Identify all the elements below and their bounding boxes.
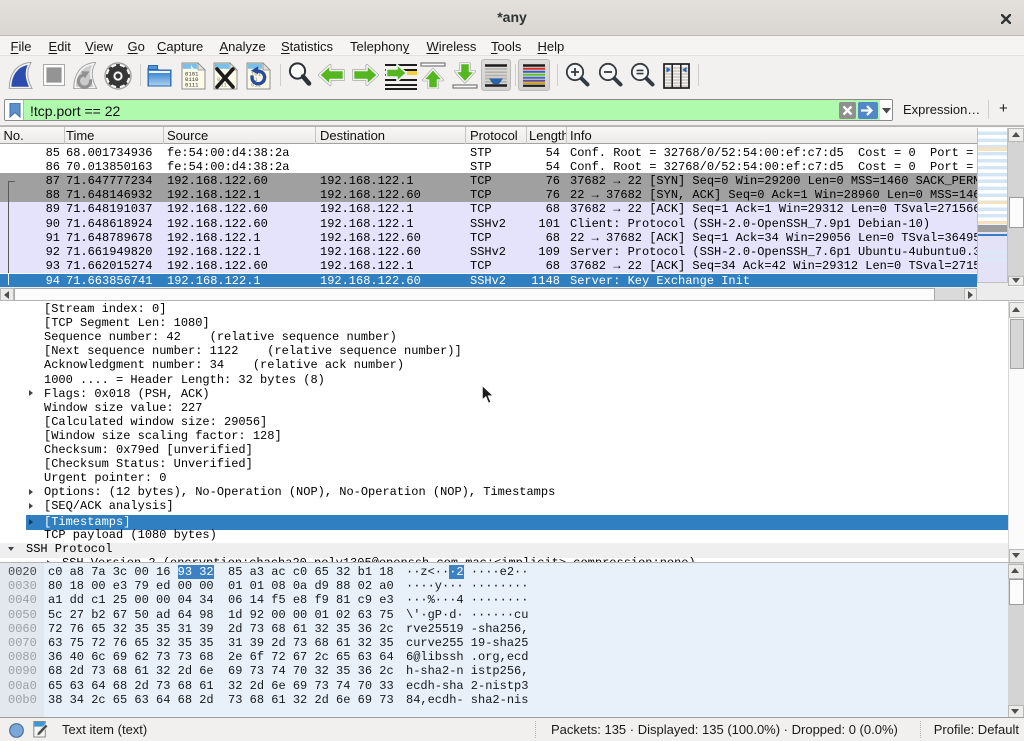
svg-text:0111: 0111: [185, 82, 199, 89]
